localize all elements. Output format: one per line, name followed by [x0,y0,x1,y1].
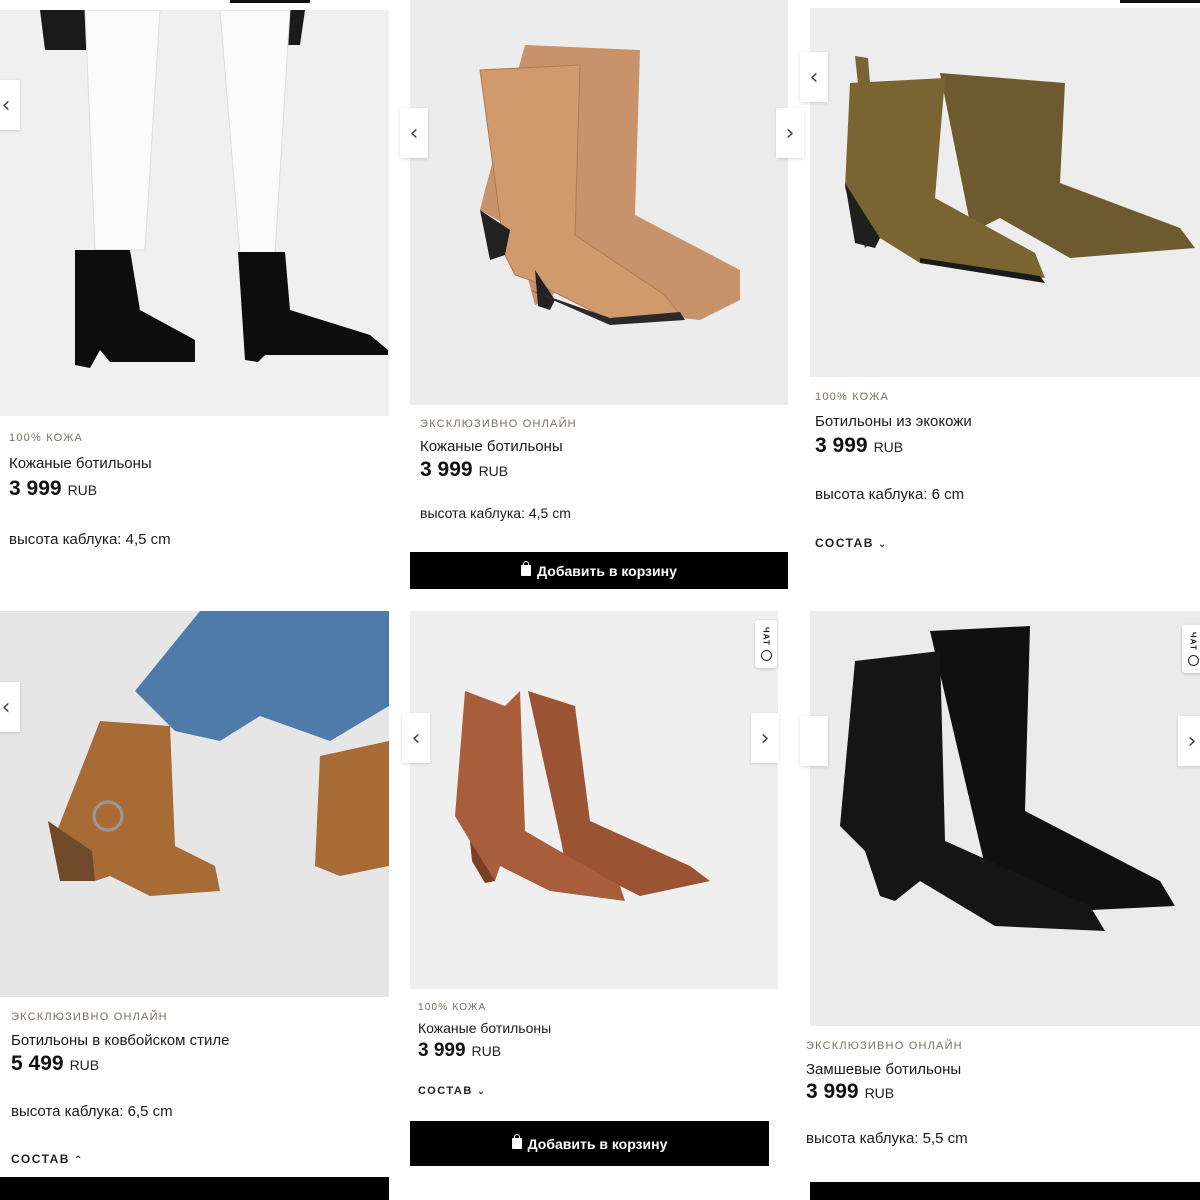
composition-toggle[interactable]: СОСТАВ ⌃ [11,1152,84,1166]
chat-tab[interactable]: ЧАТ [1182,625,1200,673]
price-currency: RUB [478,463,509,479]
chevron-left-icon[interactable]: ‹ [0,80,20,130]
product-image[interactable] [810,611,1200,1026]
price-currency: RUB [471,1043,502,1059]
product-image[interactable] [0,611,389,997]
heel-height: высота каблука: 6 cm [815,486,965,503]
shopping-bag-icon [511,1134,522,1149]
boots-photo [410,0,788,405]
boots-photo [0,611,389,997]
product-name[interactable]: Ботильоны в ковбойском стиле [11,1032,229,1049]
chevron-up-icon: ⌃ [73,1155,84,1166]
chevron-left-icon[interactable] [800,716,828,766]
product-price: 3 999 RUB [418,1040,501,1062]
boots-photo [410,611,778,989]
shopping-bag-icon [521,561,532,576]
composition-toggle[interactable]: СОСТАВ ⌄ [815,536,888,550]
add-to-cart-button[interactable]: Добавить в корзину [410,1121,769,1166]
price-currency: RUB [864,1085,895,1101]
chat-bubble-icon [760,649,772,661]
top-edge-line [1120,0,1200,3]
price-value: 5 499 [11,1052,64,1075]
product-price: 3 999 RUB [9,477,97,501]
chevron-down-icon: ⌄ [476,1086,487,1097]
add-to-cart-label: Добавить в корзину [537,562,677,579]
product-price: 3 999 RUB [420,458,508,482]
product-name[interactable]: Кожаные ботильоны [9,455,152,472]
price-currency: RUB [69,1057,100,1073]
composition-toggle[interactable]: СОСТАВ ⌄ [418,1085,487,1097]
price-value: 3 999 [418,1040,466,1061]
heel-height: высота каблука: 4,5 cm [420,505,571,521]
price-value: 3 999 [9,477,62,500]
chevron-left-icon[interactable]: ‹ [400,108,428,158]
price-currency: RUB [67,482,98,498]
product-tag: 100% КОЖА [418,1002,487,1013]
product-tag: ЭКСКЛЮЗИВНО ОНЛАЙН [420,418,577,430]
composition-label: СОСТАВ [418,1085,473,1097]
product-image[interactable] [810,8,1200,377]
price-value: 3 999 [815,434,868,457]
boots-photo [0,10,389,416]
product-name[interactable]: Кожаные ботильоны [418,1020,551,1036]
product-tag: ЭКСКЛЮЗИВНО ОНЛАЙН [11,1011,168,1023]
product-price: 5 499 RUB [11,1052,99,1076]
top-edge-line [230,0,310,3]
boots-photo [810,8,1200,377]
chevron-left-icon[interactable]: ‹ [402,713,430,763]
add-to-cart-button[interactable] [810,1182,1200,1200]
boots-photo [810,611,1200,1026]
add-to-cart-button[interactable]: Добавить в корзину [410,552,788,589]
chevron-left-icon[interactable]: ‹ [0,682,20,732]
product-tag: ЭКСКЛЮЗИВНО ОНЛАЙН [806,1040,963,1052]
product-tag: 100% КОЖА [815,391,890,403]
chat-label: ЧАТ [761,627,771,646]
product-image[interactable] [410,0,788,405]
product-image[interactable] [410,611,778,989]
chat-label: ЧАТ [1188,632,1198,651]
product-tag: 100% КОЖА [9,432,84,444]
product-price: 3 999 RUB [815,434,903,458]
product-name[interactable]: Кожаные ботильоны [420,438,563,455]
chevron-right-icon[interactable]: › [1178,716,1200,766]
heel-height: высота каблука: 5,5 cm [806,1130,968,1147]
price-value: 3 999 [806,1080,859,1103]
product-name[interactable]: Ботильоны из экокожи [815,413,972,430]
chevron-right-icon[interactable]: › [751,713,779,763]
chat-bubble-icon [1187,654,1199,666]
price-currency: RUB [873,439,904,455]
product-image[interactable] [0,10,389,416]
chevron-left-icon[interactable]: ‹ [800,52,828,102]
heel-height: высота каблука: 6,5 cm [11,1103,173,1120]
composition-label: СОСТАВ [815,536,874,550]
product-name[interactable]: Замшевые ботильоны [806,1061,961,1078]
chat-tab[interactable]: ЧАТ [755,620,777,668]
price-value: 3 999 [420,458,473,481]
add-to-cart-label: Добавить в корзину [527,1135,668,1152]
composition-label: СОСТАВ [11,1152,70,1166]
chevron-down-icon: ⌄ [877,539,888,550]
heel-height: высота каблука: 4,5 cm [9,531,171,548]
add-to-cart-button[interactable] [0,1177,389,1200]
product-price: 3 999 RUB [806,1080,894,1104]
chevron-right-icon[interactable]: › [776,108,804,158]
